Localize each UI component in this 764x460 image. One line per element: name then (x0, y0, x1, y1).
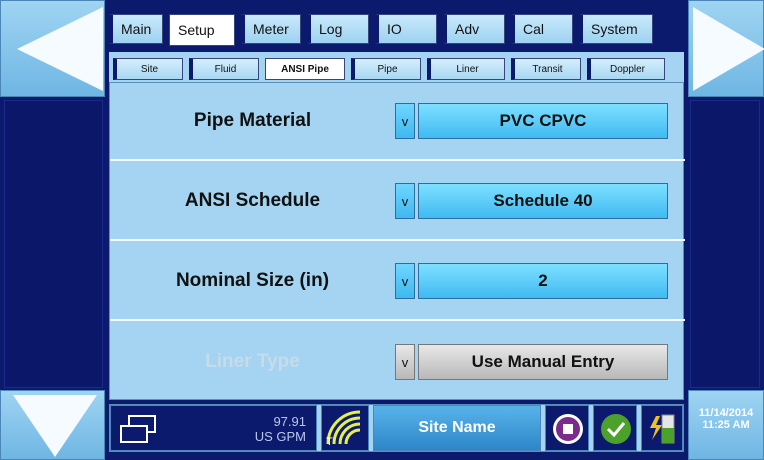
pipe-material-dropdown-toggle[interactable]: v (395, 103, 415, 139)
date-text: 11/14/2014 (698, 407, 754, 419)
ansi-schedule-dropdown-toggle[interactable]: v (395, 183, 415, 219)
main-area: Main Setup Meter Log IO Adv Cal System S… (105, 0, 688, 460)
subtab-site[interactable]: Site (113, 58, 183, 80)
time-text: 11:25 AM (702, 419, 750, 431)
subtab-transit[interactable]: Transit (511, 58, 581, 80)
tab-meter[interactable]: Meter (241, 14, 301, 44)
signal-indicator[interactable]: T (321, 405, 369, 451)
flow-readout[interactable]: 97.91 US GPM (110, 405, 317, 451)
tab-main[interactable]: Main (109, 14, 163, 44)
pipe-material-label: Pipe Material (193, 110, 312, 131)
subtab-pipe[interactable]: Pipe (351, 58, 421, 80)
tab-log[interactable]: Log (307, 14, 369, 44)
flow-value: 97.91 US GPM (254, 414, 306, 444)
right-side-panel (690, 100, 760, 388)
subtab-fluid[interactable]: Fluid (189, 58, 259, 80)
subtab-doppler[interactable]: Doppler (587, 58, 665, 80)
checkmark-icon (601, 414, 631, 444)
tab-system[interactable]: System (579, 14, 653, 44)
sub-tabs: Site Fluid ANSI Pipe Pipe Liner Transit … (109, 52, 684, 82)
tab-setup[interactable]: Setup (169, 14, 235, 46)
row-nominal-size: Nominal Size (in) v 2 (110, 243, 685, 321)
signal-label: T (326, 436, 333, 448)
row-pipe-material: Pipe Material v PVC CPVC (110, 83, 685, 161)
nominal-size-value-button[interactable]: 2 (418, 263, 668, 299)
status-ok-button[interactable] (593, 405, 637, 451)
row-liner-type: Liner Type v Use Manual Entry (110, 323, 685, 401)
ansi-schedule-value-button[interactable]: Schedule 40 (418, 183, 668, 219)
down-arrow-button[interactable] (0, 390, 105, 460)
main-tabs: Main Setup Meter Log IO Adv Cal System (109, 14, 653, 46)
left-arrow-button[interactable] (0, 0, 105, 97)
liner-type-value-button[interactable]: Use Manual Entry (418, 344, 668, 380)
tab-io[interactable]: IO (375, 14, 437, 44)
down-arrow-icon (13, 395, 97, 457)
tab-adv[interactable]: Adv (443, 14, 505, 44)
windows-icon (120, 415, 156, 443)
power-button[interactable] (641, 405, 683, 451)
status-bar: 97.91 US GPM T Site Name (109, 404, 684, 452)
left-arrow-icon (17, 7, 103, 91)
nominal-size-label: Nominal Size (in) (175, 270, 330, 291)
row-ansi-schedule: ANSI Schedule v Schedule 40 (110, 163, 685, 241)
stop-button[interactable] (545, 405, 589, 451)
ansi-schedule-label: ANSI Schedule (184, 190, 321, 211)
left-side-panel (4, 100, 103, 388)
settings-panel: Pipe Material v PVC CPVC ANSI Schedule v… (109, 82, 685, 401)
pipe-material-value-button[interactable]: PVC CPVC (418, 103, 668, 139)
site-name-button[interactable]: Site Name (373, 405, 541, 451)
right-arrow-icon (693, 7, 764, 91)
stop-icon (553, 414, 583, 444)
tab-cal[interactable]: Cal (511, 14, 573, 44)
nominal-size-dropdown-toggle[interactable]: v (395, 263, 415, 299)
battery-charge-icon (650, 414, 675, 444)
liner-type-dropdown-toggle[interactable]: v (395, 344, 415, 380)
datetime-display: 11/14/2014 11:25 AM (688, 390, 764, 460)
subtab-ansi-pipe[interactable]: ANSI Pipe (265, 58, 345, 80)
subtab-liner[interactable]: Liner (427, 58, 505, 80)
right-arrow-button[interactable] (688, 0, 764, 97)
liner-type-label: Liner Type (205, 351, 300, 372)
